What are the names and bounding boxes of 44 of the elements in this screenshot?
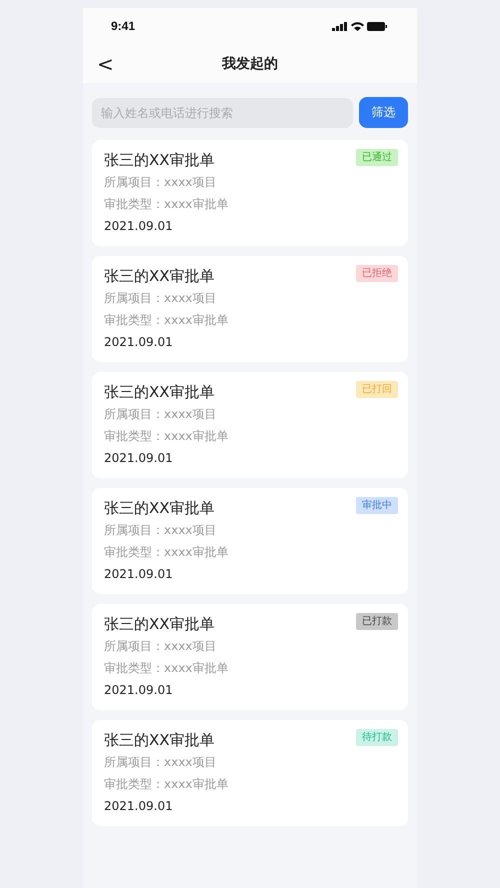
wifi-icon <box>351 22 364 30</box>
project-text: 所属项目：xxxx项目 <box>104 174 218 191</box>
type-text: 审批类型：xxxx审批单 <box>104 196 228 213</box>
page-title: 我发起的 <box>222 54 278 72</box>
date-text: 2021.09.01 <box>104 218 174 235</box>
date-text: 2021.09.01 <box>104 566 174 583</box>
status-tag: 待打款 <box>356 729 398 746</box>
type-text: 审批类型：xxxx审批单 <box>104 544 228 561</box>
battery-icon <box>367 22 387 30</box>
signal-icon <box>332 22 348 30</box>
date-text: 2021.09.01 <box>104 682 174 699</box>
approval-card[interactable]: 张三的XX审批单 所属项目：xxxx项目 审批类型：xxxx审批单 2021.09.01 待打款 <box>92 720 408 826</box>
approval-card[interactable]: 张三的XX审批单 所属项目：xxxx项目 审批类型：xxxx审批单 2021.09.01 已打回 <box>92 372 408 478</box>
status-tag: 已打回 <box>356 381 398 398</box>
type-text: 审批类型：xxxx审批单 <box>104 312 228 329</box>
approval-card[interactable]: 张三的XX审批单 所属项目：xxxx项目 审批类型：xxxx审批单 2021.09.01 审批中 <box>92 488 408 594</box>
date-text: 2021.09.01 <box>104 334 174 351</box>
card-title: 张三的XX审批单 <box>104 498 216 519</box>
project-text: 所属项目：xxxx项目 <box>104 290 218 307</box>
date-text: 2021.09.01 <box>104 450 174 467</box>
status-tag: 已通过 <box>356 149 398 166</box>
status-tag: 审批中 <box>356 497 398 514</box>
project-text: 所属项目：xxxx项目 <box>104 406 218 423</box>
card-title: 张三的XX审批单 <box>104 614 216 635</box>
card-title: 张三的XX审批单 <box>104 150 216 171</box>
type-text: 审批类型：xxxx审批单 <box>104 660 228 677</box>
type-text: 审批类型：xxxx审批单 <box>104 428 228 445</box>
type-text: 审批类型：xxxx审批单 <box>104 776 228 793</box>
approval-card[interactable]: 张三的XX审批单 所属项目：xxxx项目 审批类型：xxxx审批单 2021.09.01 已通过 <box>92 140 408 246</box>
project-text: 所属项目：xxxx项目 <box>104 754 218 771</box>
approval-card[interactable]: 张三的XX审批单 所属项目：xxxx项目 审批类型：xxxx审批单 2021.09.01 已打款 <box>92 604 408 710</box>
approval-card[interactable]: 张三的XX审批单 所属项目：xxxx项目 审批类型：xxxx审批单 2021.09.01 已拒绝 <box>92 256 408 362</box>
filter-button[interactable]: 筛选 <box>359 97 408 128</box>
card-title: 张三的XX审批单 <box>104 382 216 403</box>
project-text: 所属项目：xxxx项目 <box>104 522 218 539</box>
project-text: 所属项目：xxxx项目 <box>104 638 218 655</box>
date-text: 2021.09.01 <box>104 798 174 815</box>
back-button[interactable]: < <box>91 54 120 74</box>
status-time: 9:41 <box>111 19 136 33</box>
status-tag: 已拒绝 <box>356 265 398 282</box>
search-field[interactable]: 输入姓名或电话进行搜索 <box>92 98 353 128</box>
card-title: 张三的XX审批单 <box>104 730 216 751</box>
card-title: 张三的XX审批单 <box>104 266 216 287</box>
status-tag: 已打款 <box>356 613 398 630</box>
